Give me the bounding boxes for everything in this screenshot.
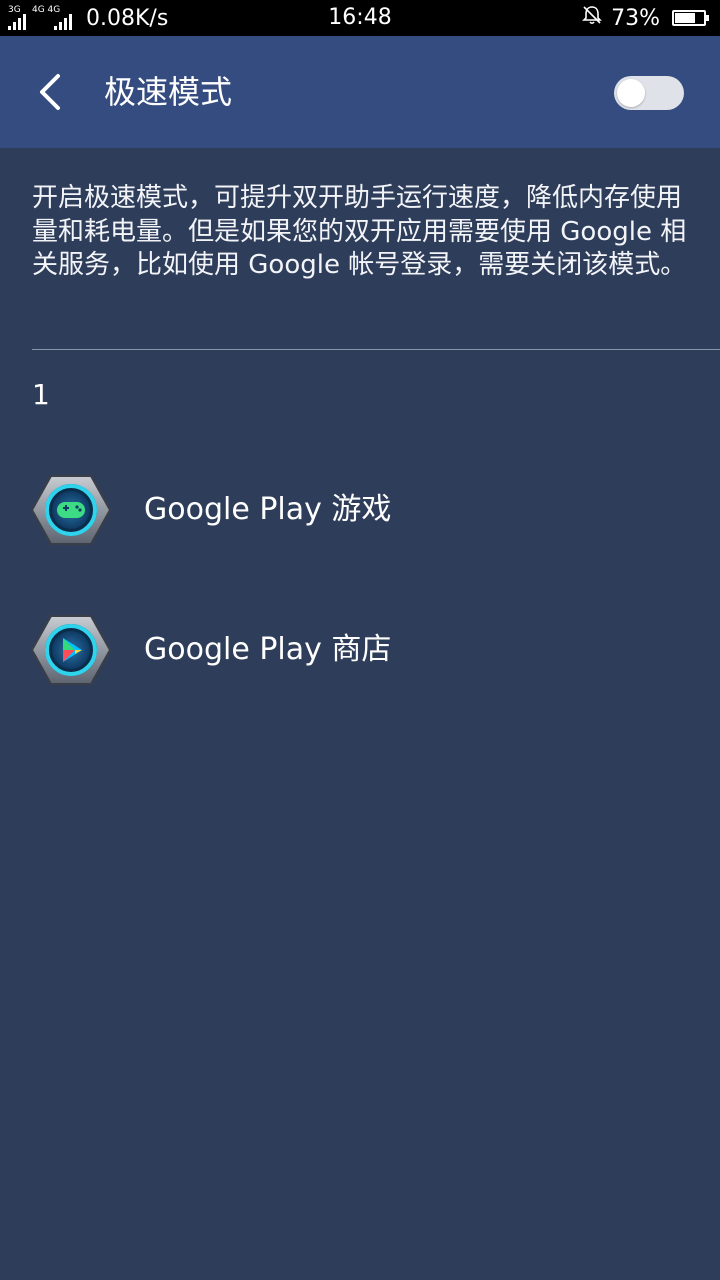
divider [32, 349, 720, 350]
toggle-knob [617, 79, 645, 107]
play-store-icon [30, 614, 112, 686]
page-title: 极速模式 [104, 73, 233, 111]
gamepad-icon [30, 474, 112, 546]
speed-mode-description: 开启极速模式，可提升双开助手运行速度，降低内存使用量和耗电量。但是如果您的双开应… [32, 183, 687, 280]
status-right: 73% [581, 0, 709, 36]
bell-muted-icon [581, 4, 603, 32]
battery-level [675, 13, 695, 23]
list-item-google-play-games[interactable]: Google Play 游戏 [0, 440, 720, 580]
app-name: Google Play 商店 [144, 632, 392, 667]
battery-icon [672, 10, 709, 26]
chevron-left-icon [40, 74, 60, 110]
back-button[interactable] [28, 66, 76, 118]
app-bar: 极速模式 [0, 36, 720, 148]
app-name: Google Play 游戏 [144, 492, 392, 527]
status-bar: 3G 4G 4G 0.08K/s 16:48 73% [0, 0, 720, 36]
app-count: 1 [32, 378, 50, 411]
list-item-google-play-store[interactable]: Google Play 商店 [0, 580, 720, 720]
battery-percent: 73% [611, 5, 660, 31]
speed-mode-toggle[interactable] [614, 76, 684, 110]
